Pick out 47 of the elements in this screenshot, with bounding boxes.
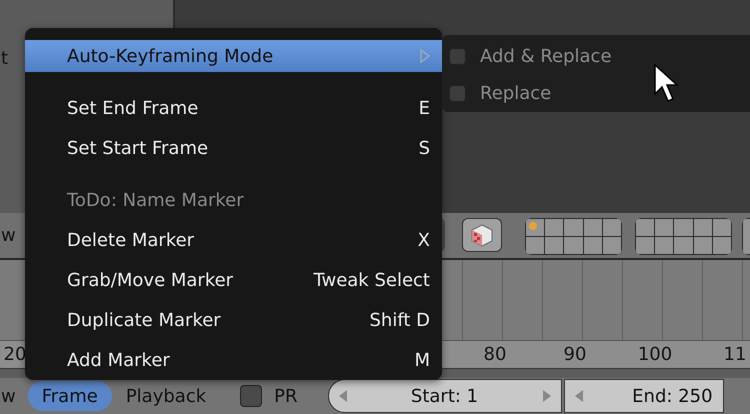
frame-number: 90 — [562, 344, 588, 365]
cube-icon — [470, 223, 494, 247]
menu-item[interactable]: Add Marker M — [25, 340, 442, 380]
checkbox[interactable] — [240, 385, 262, 407]
menu-tab[interactable]: Frame — [28, 381, 112, 411]
menu-item[interactable]: Set Start Frame S — [25, 128, 442, 168]
checkbox-label: PR — [274, 386, 298, 406]
layer-button[interactable] — [602, 219, 621, 236]
layer-button[interactable] — [636, 219, 654, 236]
menu-label: ToDo: Name Marker — [66, 188, 245, 212]
checkbox[interactable] — [449, 48, 466, 65]
submenu-item[interactable]: Replace — [449, 75, 750, 112]
layer-grid[interactable] — [525, 218, 622, 255]
frame-number: 20 — [2, 344, 28, 365]
menu-item[interactable]: Grab/Move Marker Tweak Select — [25, 260, 442, 300]
layer-button[interactable] — [526, 237, 544, 254]
submenu-item[interactable]: Add & Replace — [449, 38, 750, 75]
layer-button[interactable] — [712, 219, 731, 236]
layer-button[interactable] — [655, 219, 674, 236]
menu-item[interactable]: Set End Frame E — [25, 88, 442, 128]
layer-button[interactable] — [655, 237, 674, 254]
frame-number: 11 — [722, 344, 748, 365]
end-frame-field[interactable]: End: 250 — [564, 379, 724, 413]
layer-button[interactable] — [584, 219, 602, 236]
frame-number: 80 — [482, 344, 508, 365]
layer-button[interactable] — [694, 219, 712, 236]
layer-button[interactable] — [712, 237, 731, 254]
layer-button[interactable] — [545, 237, 564, 254]
header-label: w — [1, 225, 16, 246]
cube-button[interactable] — [462, 218, 502, 252]
layer-button[interactable] — [602, 237, 621, 254]
layer-button[interactable] — [584, 237, 602, 254]
menu-item[interactable]: Duplicate Marker Shift D — [25, 300, 442, 340]
frame-number: 100 — [636, 344, 674, 365]
layer-button[interactable] — [636, 237, 654, 254]
layer-grid[interactable] — [635, 218, 732, 255]
menu-item[interactable]: Auto-Keyframing Mode — [25, 40, 442, 72]
object-dot-icon — [529, 222, 537, 230]
menu-item[interactable]: Delete Marker X — [25, 220, 442, 260]
checkbox[interactable] — [449, 85, 466, 102]
layer-button[interactable] — [526, 219, 544, 236]
menu-tab[interactable]: Playback — [112, 381, 220, 411]
layer-button[interactable] — [545, 219, 564, 236]
layer-button[interactable] — [694, 237, 712, 254]
submenu-arrow-icon — [420, 49, 430, 63]
panel-label: t — [1, 48, 8, 69]
header-label: w — [1, 386, 16, 406]
